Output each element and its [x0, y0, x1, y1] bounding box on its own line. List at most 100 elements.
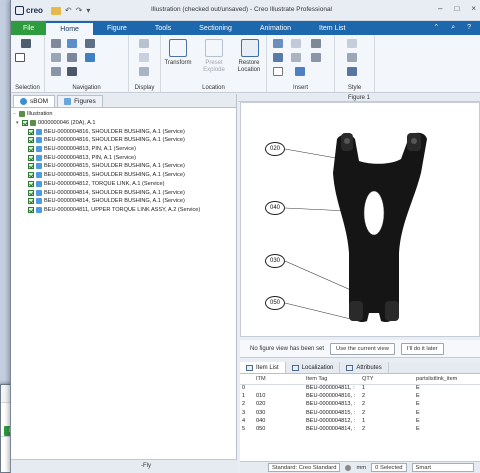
insert-text-icon[interactable]: [291, 53, 301, 62]
figure-canvas[interactable]: 020 040 030 050: [240, 102, 480, 337]
tree-item-label: BEU-0000004813, PIN, A.1 (Service): [44, 146, 137, 153]
style-palette-icon[interactable]: [347, 67, 357, 76]
visibility-checkbox[interactable]: [28, 137, 34, 144]
left-status: -Fly: [11, 459, 237, 473]
callout-bubble[interactable]: 050: [265, 296, 285, 310]
insert-image-icon[interactable]: [311, 53, 321, 62]
visibility-checkbox[interactable]: [22, 120, 28, 127]
minimize-button[interactable]: –: [438, 4, 442, 13]
tree-item[interactable]: BEU-0000004812, TORQUE LINK, A.1 (Servic…: [13, 180, 236, 189]
close-button[interactable]: ×: [471, 4, 476, 13]
tree-root[interactable]: − Illustration: [13, 110, 236, 119]
tree-item[interactable]: BEU-0000004816, SHOULDER BUSHING, A.1 (S…: [13, 127, 236, 136]
table-row[interactable]: 4 040 BEU-0000004812, : 1 E: [240, 417, 480, 425]
redo-icon[interactable]: ↷: [76, 6, 83, 15]
visibility-checkbox[interactable]: [28, 154, 34, 161]
tab-figures[interactable]: Figures: [57, 95, 103, 107]
visibility-checkbox[interactable]: [28, 163, 34, 170]
use-current-view-button[interactable]: Use the current view: [330, 342, 395, 355]
spin-icon[interactable]: [85, 53, 95, 62]
fill-style-icon[interactable]: [347, 53, 357, 62]
display-mode-icon[interactable]: [139, 53, 149, 62]
tree-item[interactable]: BEU-0000004813, PIN, A.1 (Service): [13, 153, 236, 162]
tab-sbom[interactable]: sBOM: [13, 95, 56, 107]
tab-file[interactable]: File: [11, 21, 47, 35]
group-display: Display: [129, 35, 161, 92]
col-qty[interactable]: QTY: [360, 374, 414, 385]
selection-filter-dropdown[interactable]: Smart: [411, 463, 474, 472]
callout-bubble[interactable]: 040: [265, 201, 285, 215]
customize-qa-icon[interactable]: ▾: [86, 6, 90, 15]
insert-frame-icon[interactable]: [273, 67, 283, 76]
transform-icon[interactable]: [169, 39, 187, 57]
visibility-checkbox[interactable]: [28, 172, 34, 179]
tree-item[interactable]: BEU-0000004814, SHOULDER BUSHING, A.1 (S…: [13, 197, 236, 206]
insert-link-icon[interactable]: [273, 53, 283, 62]
visibility-checkbox[interactable]: [28, 189, 34, 196]
open-folder-icon[interactable]: [50, 6, 61, 15]
cell-link: E: [416, 401, 420, 408]
undo-icon[interactable]: ↶: [65, 6, 72, 15]
view-icon[interactable]: [85, 39, 95, 48]
pan-icon[interactable]: [51, 53, 61, 62]
visibility-checkbox[interactable]: [28, 146, 34, 153]
visibility-checkbox[interactable]: [28, 180, 34, 187]
line-style-icon[interactable]: [347, 39, 357, 48]
do-later-button[interactable]: I'll do it later: [400, 342, 444, 355]
table-row[interactable]: 2 020 BEU-0000004813, : 2 E: [240, 400, 480, 408]
visibility-checkbox[interactable]: [28, 128, 34, 135]
binoculars-icon[interactable]: [21, 39, 31, 48]
restore-location-button[interactable]: Restore Location: [231, 60, 267, 74]
localization-icon: [291, 364, 299, 371]
tab-localization[interactable]: Localization: [286, 362, 341, 373]
insert-callout-icon[interactable]: [273, 39, 283, 48]
rotate-icon[interactable]: [67, 53, 77, 62]
tab-attributes[interactable]: Attributes: [340, 362, 389, 373]
zoom-icon[interactable]: [51, 39, 61, 48]
tab-sectioning[interactable]: Sectioning: [185, 21, 246, 35]
maximize-button[interactable]: □: [454, 4, 459, 13]
display-style-icon[interactable]: [139, 39, 149, 48]
window-title: Illustration (checked out/unsaved) - Cre…: [151, 6, 333, 13]
tab-item-list-panel[interactable]: Item List: [240, 362, 286, 373]
col-partslistlink[interactable]: partslistlink_item: [414, 374, 480, 385]
ribbon-tab-row: File Home Figure Tools Sectioning Animat…: [11, 21, 480, 35]
standard-field[interactable]: Standard: Creo Standard: [268, 463, 341, 472]
insert-arrow-icon[interactable]: [295, 67, 305, 76]
preset-explode-button[interactable]: Preset Explode: [197, 60, 231, 74]
col-item-tag[interactable]: Item Tag: [304, 374, 360, 385]
tab-tools[interactable]: Tools: [141, 21, 185, 35]
tree-assembly-label: 0000000046 (20A), A.1: [38, 120, 96, 127]
tree-item[interactable]: BEU-0000004814, SHOULDER BUSHING, A.1 (S…: [13, 188, 236, 197]
visibility-checkbox[interactable]: [28, 206, 34, 213]
tab-item-list[interactable]: Item List: [305, 21, 359, 35]
ribbon-right-controls[interactable]: ⌃ ⌕ ?: [433, 23, 476, 32]
table-row[interactable]: 3 030 BEU-0000004815, : 2 E: [240, 409, 480, 417]
tree-assembly[interactable]: ▾ 0000000046 (20A), A.1: [13, 119, 236, 128]
orient-icon[interactable]: [67, 39, 77, 48]
callout-bubble[interactable]: 020: [265, 142, 285, 156]
table-row[interactable]: 1 010 BEU-0000004816, : 2 E: [240, 392, 480, 400]
tree-item[interactable]: BEU-0000004816, SHOULDER BUSHING, A.1 (S…: [13, 136, 236, 145]
table-row[interactable]: 5 050 BEU-0000004814, : 2 E: [240, 425, 480, 433]
transform-button[interactable]: Transform: [161, 60, 195, 67]
visibility-checkbox[interactable]: [28, 198, 34, 205]
tree-item[interactable]: BEU-0000004811, UPPER TORQUE LINK ASSY, …: [13, 206, 236, 215]
camera-icon[interactable]: [67, 67, 77, 76]
fly-icon[interactable]: [51, 67, 61, 76]
insert-note-icon[interactable]: [291, 39, 301, 48]
display-edges-icon[interactable]: [139, 67, 149, 76]
tab-figure[interactable]: Figure: [93, 21, 141, 35]
col-itm[interactable]: ITM: [254, 374, 304, 385]
callout-bubble[interactable]: 030: [265, 254, 285, 268]
restore-location-icon[interactable]: [241, 39, 259, 57]
tab-animation[interactable]: Animation: [246, 21, 305, 35]
select-arrow-icon[interactable]: [15, 53, 25, 62]
tree-item[interactable]: BEU-0000004815, SHOULDER BUSHING, A.1 (S…: [13, 171, 236, 180]
insert-shape-icon[interactable]: [311, 39, 321, 48]
tree-item[interactable]: BEU-0000004815, SHOULDER BUSHING, A.1 (S…: [13, 162, 236, 171]
tab-home[interactable]: Home: [46, 21, 93, 35]
tree-item[interactable]: BEU-0000004813, PIN, A.1 (Service): [13, 145, 236, 154]
table-row[interactable]: 0 BEU-0000004811, : 1 E: [240, 384, 480, 392]
tree-item-label: BEU-0000004814, SHOULDER BUSHING, A.1 (S…: [44, 198, 185, 205]
